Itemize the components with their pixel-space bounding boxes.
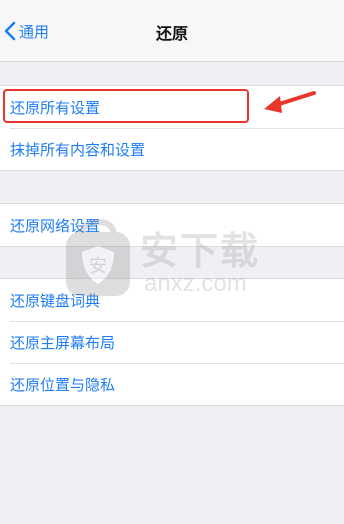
page-title: 还原 xyxy=(155,24,188,43)
svg-text:安: 安 xyxy=(89,256,107,277)
nav-bar: 通用 还原 xyxy=(0,0,344,62)
row-label: 抹掉所有内容和设置 xyxy=(10,140,146,159)
reset-network-row[interactable]: 还原网络设置 xyxy=(0,204,344,246)
reset-location-privacy-row[interactable]: 还原位置与隐私 xyxy=(0,363,344,405)
row-label: 还原位置与隐私 xyxy=(10,375,116,394)
reset-home-screen-layout-row[interactable]: 还原主屏幕布局 xyxy=(0,321,344,363)
row-label: 还原主屏幕布局 xyxy=(10,333,116,352)
highlight-box xyxy=(3,89,249,123)
erase-all-content-row[interactable]: 抹掉所有内容和设置 xyxy=(0,128,344,170)
red-arrow-icon xyxy=(262,88,318,122)
row-label: 还原键盘词典 xyxy=(10,291,101,310)
reset-group-2: 还原网络设置 xyxy=(0,203,344,247)
reset-keyboard-dictionary-row[interactable]: 还原键盘词典 xyxy=(0,279,344,321)
reset-group-3: 还原键盘词典 还原主屏幕布局 还原位置与隐私 xyxy=(0,278,344,406)
row-label: 还原网络设置 xyxy=(10,216,101,235)
